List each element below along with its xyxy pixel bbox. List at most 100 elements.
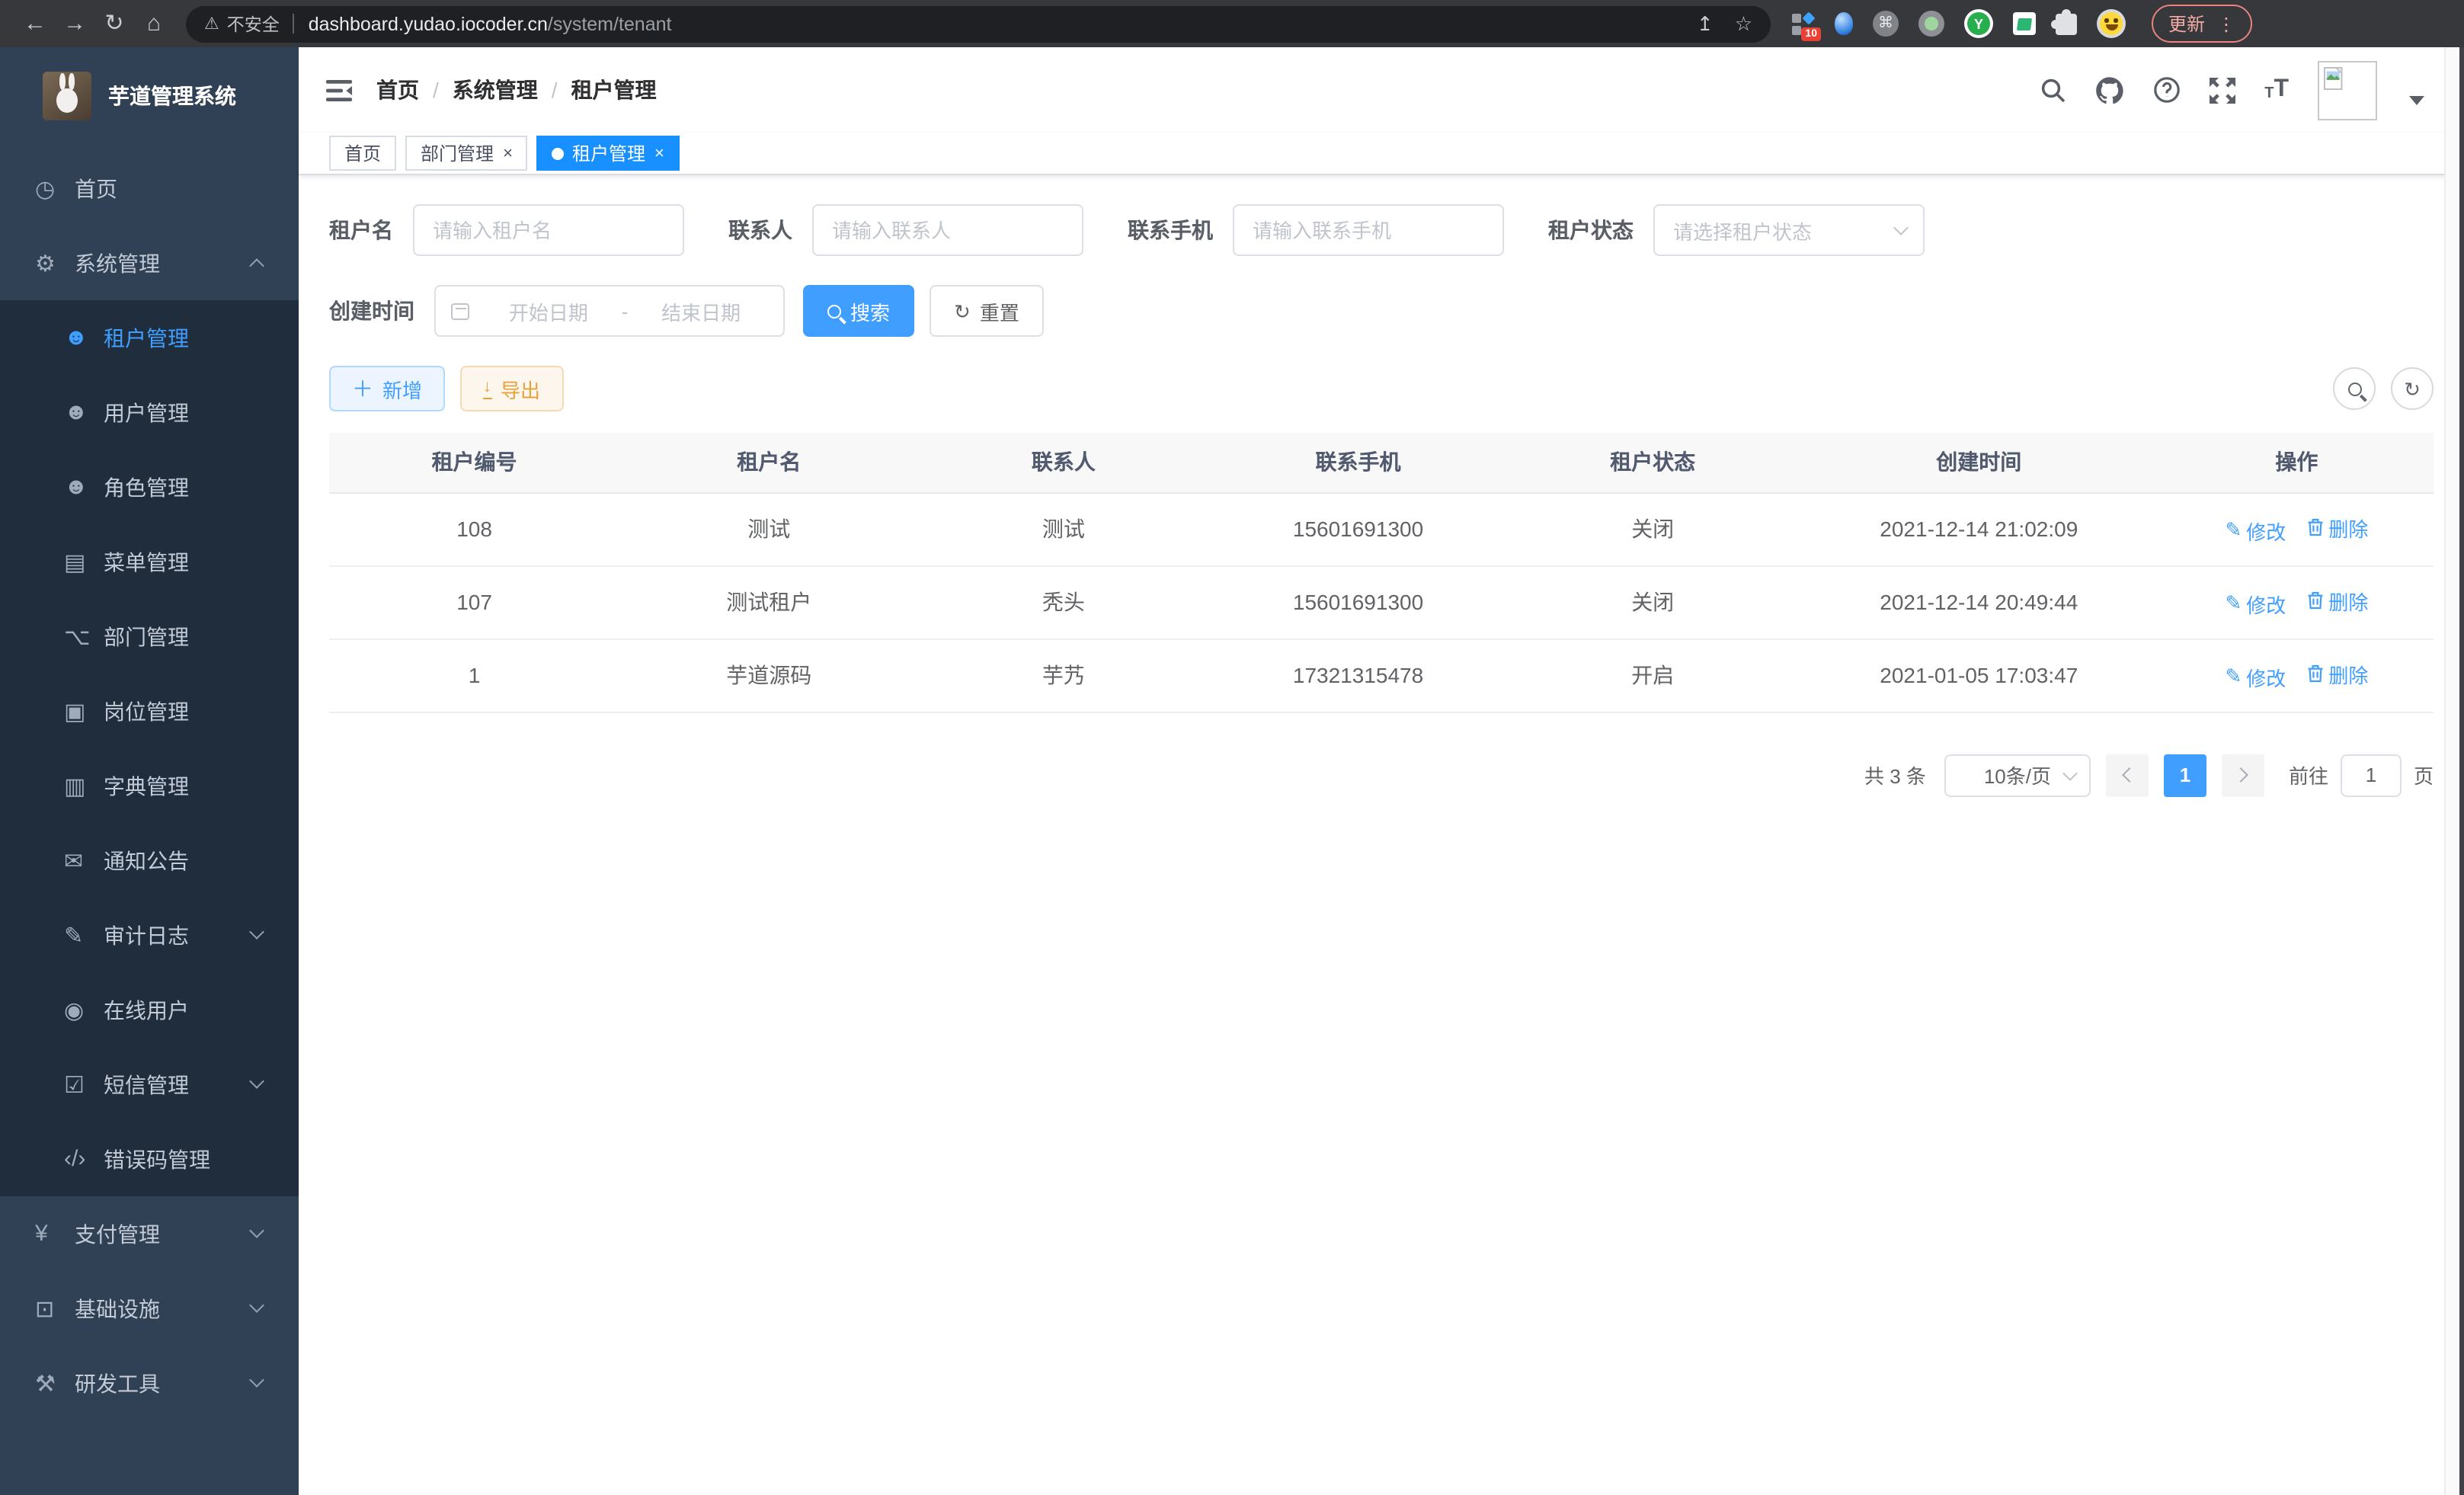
breadcrumb-item[interactable]: 首页/ <box>376 75 453 105</box>
sidebar-item[interactable]: ☻ 租户管理 <box>0 300 299 375</box>
edit-link[interactable]: ✎修改 <box>2225 662 2286 691</box>
extension-chat-icon[interactable] <box>2013 12 2036 35</box>
browser-forward-icon[interactable]: → <box>55 12 94 35</box>
sidebar-item[interactable]: ▥ 字典管理 <box>0 748 299 823</box>
breadcrumb-item[interactable]: 租户管理 <box>571 75 684 105</box>
sidebar-item[interactable]: ¥ 支付管理 <box>0 1196 299 1271</box>
browser-toolbar: ← → ↻ ⌂ ⚠ 不安全 dashboard.yudao.iocoder.cn… <box>0 0 2464 47</box>
edit-link[interactable]: ✎修改 <box>2225 516 2286 545</box>
edit-icon: ✎ <box>2225 518 2242 543</box>
contact-input[interactable] <box>812 204 1083 256</box>
view-tab[interactable]: 首页 <box>329 136 396 171</box>
post-icon: ▣ <box>64 697 104 725</box>
prev-page-button[interactable] <box>2106 754 2149 796</box>
table-row: 1 芋道源码 芋艿 17321315478 开启 2021-01-05 17:0… <box>329 639 2434 712</box>
edit-link[interactable]: ✎修改 <box>2225 589 2286 618</box>
tenant-table: 租户编号租户名联系人联系手机租户状态创建时间操作 108 测试 测试 15601… <box>329 433 2434 712</box>
mobile-input[interactable] <box>1233 204 1504 256</box>
chevron-down-icon <box>1893 220 1909 235</box>
sidebar-item[interactable]: ☑ 短信管理 <box>0 1047 299 1122</box>
cell-mobile: 15601691300 <box>1208 492 1507 565</box>
tenant-name-input[interactable] <box>413 204 684 256</box>
url-host[interactable]: dashboard.yudao.iocoder.cn <box>309 13 548 34</box>
export-button[interactable]: ↓ 导出 <box>460 366 563 411</box>
chevron-left-icon <box>2122 767 2137 783</box>
table-row: 107 测试租户 秃头 15601691300 关闭 2021-12-14 20… <box>329 565 2434 639</box>
browser-reload-icon[interactable]: ↻ <box>94 12 134 35</box>
tab-close-icon[interactable]: × <box>654 144 664 162</box>
delete-link[interactable]: 删除 <box>2307 659 2368 688</box>
sidebar-item[interactable]: ▤ 菜单管理 <box>0 524 299 599</box>
sidebar-item[interactable]: ✉ 通知公告 <box>0 823 299 898</box>
browser-menu-kebab-icon[interactable]: ⋮ <box>2217 14 2235 33</box>
sidebar-item[interactable]: ▣ 岗位管理 <box>0 674 299 748</box>
github-icon[interactable] <box>2095 76 2124 104</box>
docs-help-icon[interactable] <box>2153 76 2181 104</box>
sidebar-item[interactable]: ☻ 角色管理 <box>0 450 299 524</box>
status-select[interactable]: 请选择租户状态 <box>1653 204 1925 256</box>
sidebar-item[interactable]: ‹/› 错误码管理 <box>0 1122 299 1196</box>
sidebar-logo-row[interactable]: 芋道管理系统 <box>0 47 299 145</box>
page-unit-label: 页 <box>2414 760 2434 789</box>
browser-update-button[interactable]: 更新 ⋮ <box>2152 5 2252 43</box>
cell-actions: ✎修改删除 <box>2160 639 2434 712</box>
create-time-range-picker[interactable]: 开始日期 - 结束日期 <box>434 285 785 337</box>
next-page-button[interactable] <box>2222 754 2264 796</box>
page-number-current[interactable]: 1 <box>2164 754 2206 796</box>
reset-button[interactable]: ↻ 重置 <box>930 285 1044 337</box>
breadcrumb-item[interactable]: 系统管理/ <box>453 75 571 105</box>
extension-blocks-icon[interactable]: 10 <box>1792 12 1815 35</box>
not-secure-label[interactable]: 不安全 <box>227 11 280 36</box>
extension-y-icon[interactable]: Y <box>1964 9 1993 38</box>
page-size-select[interactable]: 10条/页 <box>1944 754 2091 796</box>
column-header: 租户状态 <box>1508 433 1798 492</box>
cell-tenant-name: 测试 <box>619 492 918 565</box>
avatar-caret-icon[interactable] <box>2409 96 2424 105</box>
toggle-search-button[interactable] <box>2333 367 2376 410</box>
refresh-table-button[interactable]: ↻ <box>2391 367 2434 410</box>
header-search-icon[interactable] <box>2040 77 2066 103</box>
delete-link[interactable]: 删除 <box>2307 513 2368 542</box>
menu-tree-icon: ▤ <box>64 548 104 575</box>
delete-link[interactable]: 删除 <box>2307 586 2368 615</box>
goto-page-input[interactable] <box>2341 754 2402 796</box>
goto-label: 前往 <box>2289 760 2328 789</box>
sidebar-item[interactable]: ◉ 在线用户 <box>0 972 299 1047</box>
sidebar-item[interactable]: ⚒ 研发工具 <box>0 1346 299 1420</box>
chevron-icon <box>249 1372 264 1388</box>
user-avatar[interactable] <box>2318 60 2377 120</box>
tab-close-icon[interactable]: × <box>503 144 513 162</box>
edit-icon: ✎ <box>2225 664 2242 689</box>
address-bar[interactable]: ⚠ 不安全 dashboard.yudao.iocoder.cn/system/… <box>186 5 1771 42</box>
view-tab[interactable]: 部门管理 × <box>405 136 528 171</box>
sidebar-fold-icon[interactable] <box>326 78 352 101</box>
share-icon[interactable]: ↥ <box>1697 11 1714 36</box>
sidebar-item[interactable]: ✎ 审计日志 <box>0 898 299 972</box>
calendar-icon <box>451 303 469 319</box>
extension-balloon-icon[interactable] <box>1835 12 1853 35</box>
search-button[interactable]: 搜索 <box>803 285 914 337</box>
sidebar-item[interactable]: ⌥ 部门管理 <box>0 599 299 674</box>
profile-avatar-icon[interactable] <box>2097 9 2126 38</box>
dict-icon: ▥ <box>64 772 104 799</box>
font-size-icon[interactable]: TT <box>2264 78 2289 102</box>
browser-home-icon[interactable]: ⌂ <box>134 12 174 35</box>
page-content: 租户名 联系人 联系手机 租户状态 请选择租户状态 <box>299 175 2464 796</box>
sidebar-item-label: 通知公告 <box>104 845 189 876</box>
cell-status: 关闭 <box>1508 492 1798 565</box>
browser-back-icon[interactable]: ← <box>15 12 55 35</box>
extension-command-icon[interactable]: ⌘ <box>1873 11 1899 37</box>
tenant-name-label: 租户名 <box>329 215 393 245</box>
fullscreen-icon[interactable] <box>2210 77 2235 103</box>
bookmark-star-icon[interactable]: ☆ <box>1735 11 1752 36</box>
sidebar-item[interactable]: ◷ 首页 <box>0 151 299 226</box>
extension-camera-icon[interactable] <box>1918 11 1944 37</box>
sidebar-item[interactable]: ☻ 用户管理 <box>0 375 299 450</box>
add-button[interactable]: ＋ 新增 <box>329 366 445 411</box>
page-scrollbar[interactable] <box>2444 47 2459 1495</box>
extensions-puzzle-icon[interactable] <box>2056 13 2077 34</box>
sidebar-item[interactable]: ⚙ 系统管理 <box>0 226 299 300</box>
download-icon: ↓ <box>483 379 491 399</box>
view-tab[interactable]: 租户管理 × <box>537 136 680 171</box>
sidebar-item[interactable]: ⊡ 基础设施 <box>0 1271 299 1346</box>
